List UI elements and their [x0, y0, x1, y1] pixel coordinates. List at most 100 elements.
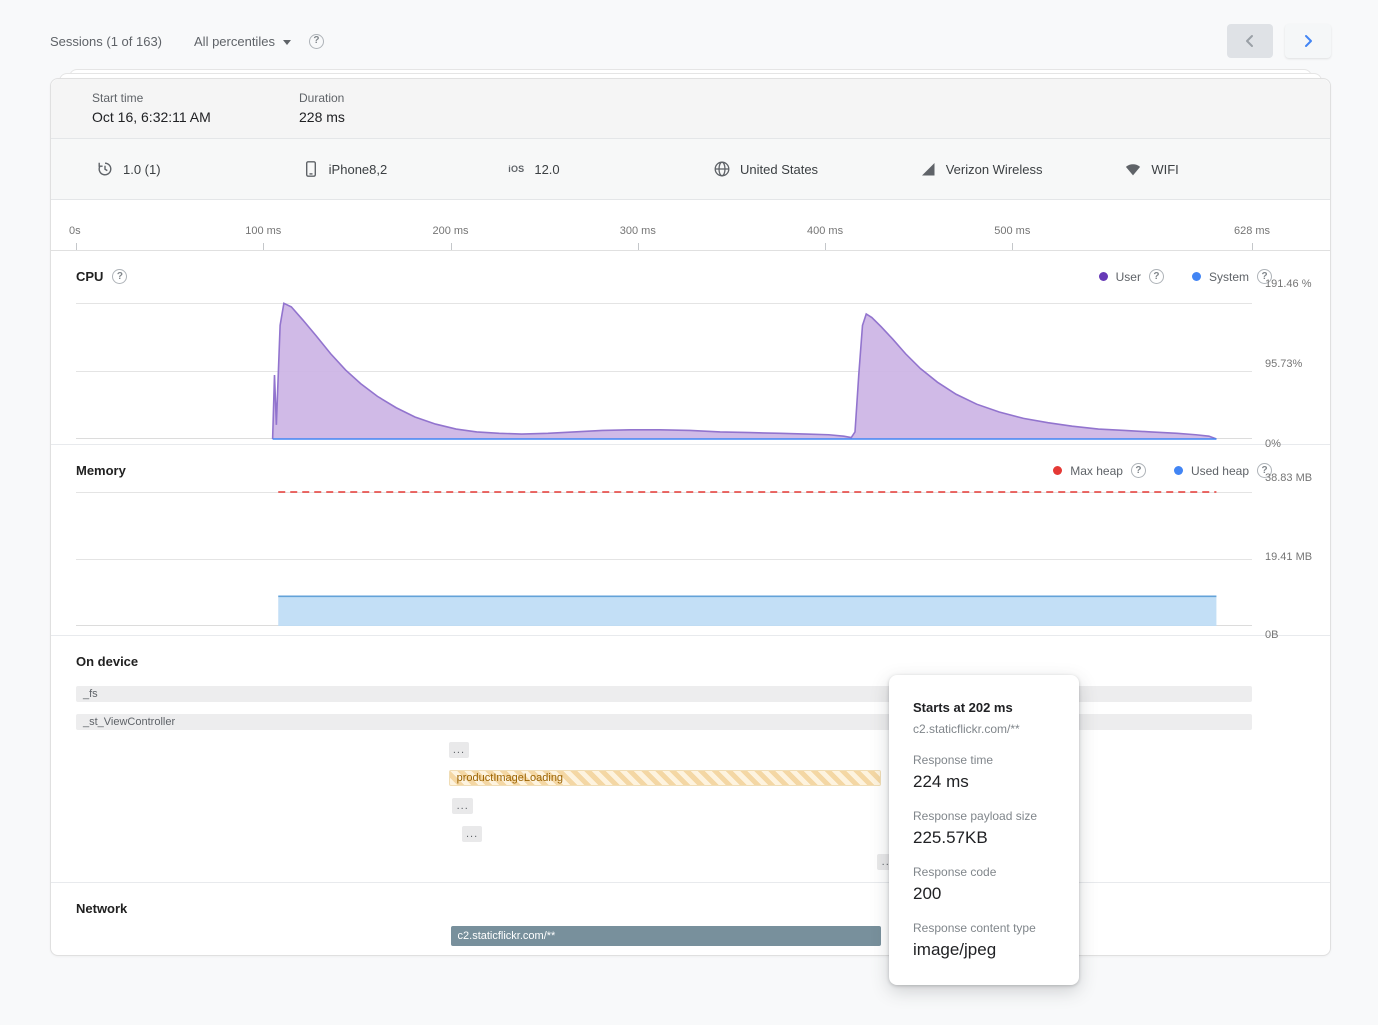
legend-item-user: User? — [1099, 269, 1164, 284]
tooltip-url: c2.staticflickr.com/** — [913, 722, 1055, 736]
carrier-label: Verizon Wireless — [946, 162, 1043, 177]
app-version-label: 1.0 (1) — [123, 162, 161, 177]
network-section-title: Network — [76, 901, 127, 916]
chevron-right-icon — [1299, 32, 1317, 50]
help-icon[interactable]: ? — [1131, 463, 1146, 478]
network-type-item: WIFI — [1124, 160, 1330, 178]
app-version-history-icon — [96, 160, 114, 178]
session-summary-band: Start time Oct 16, 6:32:11 AM Duration 2… — [51, 79, 1330, 139]
ruler-tick-mark — [76, 243, 77, 250]
device-model-label: iPhone8,2 — [329, 162, 388, 177]
network-request-bar[interactable]: c2.staticflickr.com/** — [451, 926, 882, 946]
collapsed-trace-bar[interactable]: ... — [462, 826, 483, 842]
country-item: United States — [713, 160, 919, 178]
legend-dot — [1099, 272, 1108, 281]
memory-line-chart — [76, 492, 1252, 626]
memory-section-title: Memory — [76, 463, 126, 478]
next-session-button[interactable] — [1285, 24, 1331, 58]
ruler-tick-label: 628 ms — [1234, 225, 1270, 237]
collapsed-trace-bar[interactable]: ... — [452, 798, 473, 814]
cpu-area-chart — [76, 303, 1252, 439]
ruler-tick-label: 300 ms — [620, 225, 656, 237]
os-version-item: iOS 12.0 — [507, 160, 713, 178]
tooltip-field-value: 225.57KB — [913, 828, 1055, 848]
tooltip-field-label: Response code — [913, 865, 1055, 879]
y-axis-label: 191.46 % — [1265, 277, 1317, 291]
collapsed-trace-bar[interactable]: ... — [449, 742, 470, 758]
session-detail-card: Start time Oct 16, 6:32:11 AM Duration 2… — [50, 78, 1331, 956]
tooltip-field-label: Response content type — [913, 921, 1055, 935]
sessions-count-label: Sessions (1 of 163) — [50, 34, 162, 49]
cpu-section-title: CPU ? — [76, 269, 127, 284]
ruler-tick-mark — [263, 243, 264, 250]
legend-label: Max heap — [1070, 464, 1123, 478]
ruler-tick-label: 500 ms — [994, 225, 1030, 237]
tooltip-field-label: Response payload size — [913, 809, 1055, 823]
country-label: United States — [740, 162, 818, 177]
trace-bar[interactable]: productImageLoading — [449, 770, 882, 786]
session-card-stack: Start time Oct 16, 6:32:11 AM Duration 2… — [50, 78, 1331, 956]
topbar: Sessions (1 of 163) All percentiles ? — [0, 0, 1378, 76]
tooltip-field-value: 224 ms — [913, 772, 1055, 792]
legend-dot — [1192, 272, 1201, 281]
os-version-label: 12.0 — [534, 162, 559, 177]
network-request-tooltip: Starts at 202 ms c2.staticflickr.com/** … — [889, 675, 1079, 985]
device-info-band: 1.0 (1) iPhone8,2 iOS 12.0 United States — [51, 139, 1330, 200]
cell-signal-icon — [919, 160, 937, 178]
memory-legend: Max heap? Used heap? — [1053, 463, 1272, 478]
ruler-tick-label: 0s — [69, 225, 81, 237]
globe-icon — [713, 160, 731, 178]
carrier-item: Verizon Wireless — [919, 160, 1125, 178]
percentiles-dropdown[interactable]: All percentiles — [194, 34, 291, 49]
legend-label: User — [1116, 270, 1141, 284]
start-time-value: Oct 16, 6:32:11 AM — [92, 109, 299, 125]
legend-item-used-heap: Used heap? — [1174, 463, 1272, 478]
prev-session-button[interactable] — [1227, 24, 1273, 58]
chevron-left-icon — [1241, 32, 1259, 50]
phone-icon — [302, 160, 320, 178]
percentiles-label: All percentiles — [194, 34, 275, 49]
ios-icon: iOS — [507, 160, 525, 178]
on-device-section-title: On device — [76, 654, 138, 669]
legend-item-system: System? — [1192, 269, 1272, 284]
duration-block: Duration 228 ms — [299, 91, 506, 125]
legend-label: Used heap — [1191, 464, 1249, 478]
network-section: Network c2.staticflickr.com/** — [51, 883, 1330, 946]
y-axis-label: 0B — [1265, 628, 1317, 642]
ruler-tick-mark — [1012, 243, 1013, 250]
session-nav — [1227, 24, 1331, 58]
cpu-chart[interactable] — [76, 303, 1252, 439]
ruler-tick-label: 200 ms — [432, 225, 468, 237]
y-axis-label: 38.83 MB — [1265, 471, 1317, 485]
memory-y-axis: 38.83 MB19.41 MB0B — [1252, 478, 1330, 635]
help-icon[interactable]: ? — [309, 34, 324, 49]
legend-dot — [1053, 466, 1062, 475]
ruler-tick-label: 400 ms — [807, 225, 843, 237]
start-time-block: Start time Oct 16, 6:32:11 AM — [92, 91, 299, 125]
on-device-section: On device _fs_st_ViewController...produc… — [51, 636, 1330, 883]
wifi-icon — [1124, 160, 1142, 178]
device-model-item: iPhone8,2 — [302, 160, 508, 178]
cpu-y-axis: 191.46 %95.73%0% — [1252, 284, 1330, 444]
start-time-label: Start time — [92, 91, 299, 105]
help-icon[interactable]: ? — [1149, 269, 1164, 284]
ruler-tick-mark — [451, 243, 452, 250]
cpu-help-icon[interactable]: ? — [112, 269, 127, 284]
cpu-legend: User? System? — [1099, 269, 1272, 284]
memory-chart[interactable] — [76, 492, 1252, 626]
tooltip-field-value: image/jpeg — [913, 940, 1055, 960]
y-axis-label: 0% — [1265, 437, 1317, 451]
ruler-tick-mark — [1252, 243, 1253, 250]
network-type-label: WIFI — [1151, 162, 1178, 177]
legend-dot — [1174, 466, 1183, 475]
memory-section: Memory Max heap?Used heap? 38.83 MB19.41… — [51, 445, 1330, 636]
tooltip-field-label: Response time — [913, 753, 1055, 767]
legend-item-max-heap: Max heap? — [1053, 463, 1146, 478]
tooltip-field-value: 200 — [913, 884, 1055, 904]
tooltip-title: Starts at 202 ms — [913, 700, 1055, 715]
timeline-ruler[interactable]: 0s 100 ms 200 ms 300 ms 400 ms 500 ms 628 ms — [51, 200, 1330, 251]
ruler-tick-mark — [638, 243, 639, 250]
chevron-down-icon — [283, 40, 291, 45]
y-axis-label: 19.41 MB — [1265, 549, 1317, 563]
ruler-tick-label: 100 ms — [245, 225, 281, 237]
